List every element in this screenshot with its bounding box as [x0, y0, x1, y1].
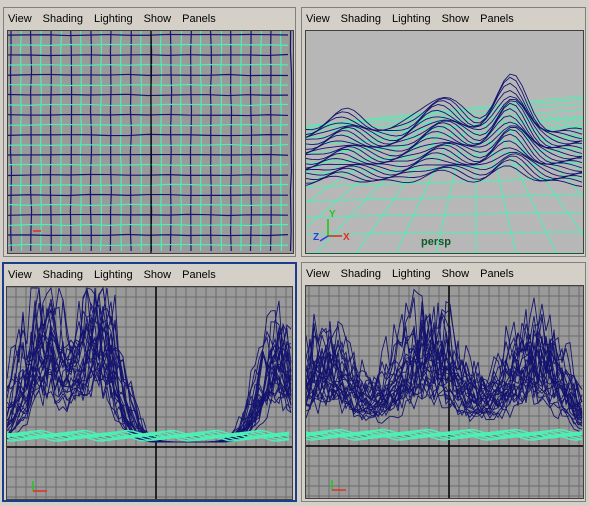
panel-menubar: View Shading Lighting Show Panels	[306, 263, 525, 285]
perspective-view-canvas: Y Z X	[306, 73, 583, 253]
mesh-wire	[8, 213, 289, 217]
viewport-panel-top-left[interactable]: View Shading Lighting Show Panels	[3, 7, 296, 257]
mesh-wire	[199, 31, 203, 252]
mesh-wire	[59, 31, 63, 252]
front-view-canvas	[7, 287, 292, 499]
menu-shading[interactable]: Shading	[43, 269, 83, 281]
menu-panels[interactable]: Panels	[182, 13, 216, 25]
mesh-wire	[8, 93, 289, 97]
axis-x-label: X	[343, 232, 350, 243]
mesh-wire	[8, 223, 289, 227]
axis-y-label: Y	[329, 209, 336, 220]
menu-view[interactable]: View	[8, 269, 32, 281]
menu-shading[interactable]: Shading	[43, 13, 83, 25]
menu-lighting[interactable]: Lighting	[94, 13, 133, 25]
mesh-wire	[8, 153, 289, 156]
mesh-wire	[8, 193, 289, 197]
camera-label-persp: persp	[421, 236, 451, 248]
mesh-wire	[9, 31, 13, 252]
menu-show[interactable]: Show	[144, 269, 172, 281]
menu-panels[interactable]: Panels	[182, 269, 216, 281]
menu-view[interactable]: View	[8, 13, 32, 25]
menu-shading[interactable]: Shading	[341, 13, 381, 25]
mesh-wire	[129, 31, 133, 252]
mesh-wire	[8, 233, 289, 237]
mesh-wire	[239, 31, 243, 251]
mesh-wire	[169, 31, 173, 252]
menu-view[interactable]: View	[306, 268, 330, 280]
mesh-wire	[219, 31, 223, 252]
mesh-wire	[8, 243, 289, 247]
mesh-wire	[69, 31, 73, 252]
mesh-wire	[289, 31, 293, 252]
menu-lighting[interactable]: Lighting	[94, 269, 133, 281]
mesh-wire	[159, 31, 163, 252]
mesh-wire	[99, 31, 103, 252]
viewport-front-view[interactable]	[6, 286, 293, 500]
mesh-wire	[89, 31, 93, 252]
mesh-wire	[8, 53, 289, 57]
top-view-canvas	[8, 31, 293, 253]
mesh-wire	[8, 63, 289, 66]
mesh-wire	[8, 73, 289, 77]
mesh-wire	[189, 31, 193, 252]
mesh-wire	[229, 31, 233, 252]
menu-view[interactable]: View	[306, 13, 330, 25]
viewport-perspective-view[interactable]: Y Z X persp	[305, 30, 584, 254]
mesh-wire	[8, 163, 289, 167]
menu-show[interactable]: Show	[442, 13, 470, 25]
viewport-panel-bottom-left[interactable]: View Shading Lighting Show Panels	[2, 262, 297, 502]
mesh-wire	[49, 31, 52, 252]
mesh-wire	[39, 31, 43, 252]
mesh-wire	[29, 31, 33, 252]
mesh-wire	[8, 33, 289, 37]
menu-lighting[interactable]: Lighting	[392, 13, 431, 25]
mesh-wire	[119, 31, 123, 252]
mesh-wire	[179, 31, 183, 252]
side-view-canvas	[306, 286, 583, 498]
mesh-wire	[109, 31, 112, 252]
menu-panels[interactable]: Panels	[480, 268, 514, 280]
axis-z-indicator	[319, 235, 329, 242]
menu-show[interactable]: Show	[144, 13, 172, 25]
menu-shading[interactable]: Shading	[341, 268, 381, 280]
viewport-side-view[interactable]	[305, 285, 584, 499]
mesh-wire	[8, 113, 289, 117]
viewport-panel-bottom-right[interactable]: View Shading Lighting Show Panels	[301, 262, 586, 502]
menu-lighting[interactable]: Lighting	[392, 268, 431, 280]
panel-menubar: View Shading Lighting Show Panels	[306, 8, 525, 30]
viewport-top-view[interactable]	[7, 30, 294, 254]
mesh-wire	[19, 31, 23, 252]
axis-z-label: Z	[313, 232, 319, 243]
panel-menubar: View Shading Lighting Show Panels	[8, 8, 227, 30]
mesh-wire	[279, 31, 283, 252]
panel-menubar: View Shading Lighting Show Panels	[8, 264, 227, 286]
mesh-wire	[8, 203, 289, 207]
mesh-wire	[249, 31, 253, 252]
mesh-wire	[79, 31, 83, 252]
viewport-panel-top-right[interactable]: View Shading Lighting Show Panels Y Z X pe…	[301, 7, 586, 257]
mesh-wire	[8, 133, 289, 137]
ground-line	[306, 193, 583, 202]
mesh-wire	[8, 143, 289, 147]
terrain-wire	[306, 165, 583, 187]
mesh-wire	[8, 43, 289, 47]
mesh-wire	[139, 31, 143, 252]
mesh-wire	[8, 123, 289, 127]
mesh-wire	[8, 103, 289, 107]
menu-panels[interactable]: Panels	[480, 13, 514, 25]
mesh-wire	[8, 84, 289, 87]
menu-show[interactable]: Show	[442, 268, 470, 280]
